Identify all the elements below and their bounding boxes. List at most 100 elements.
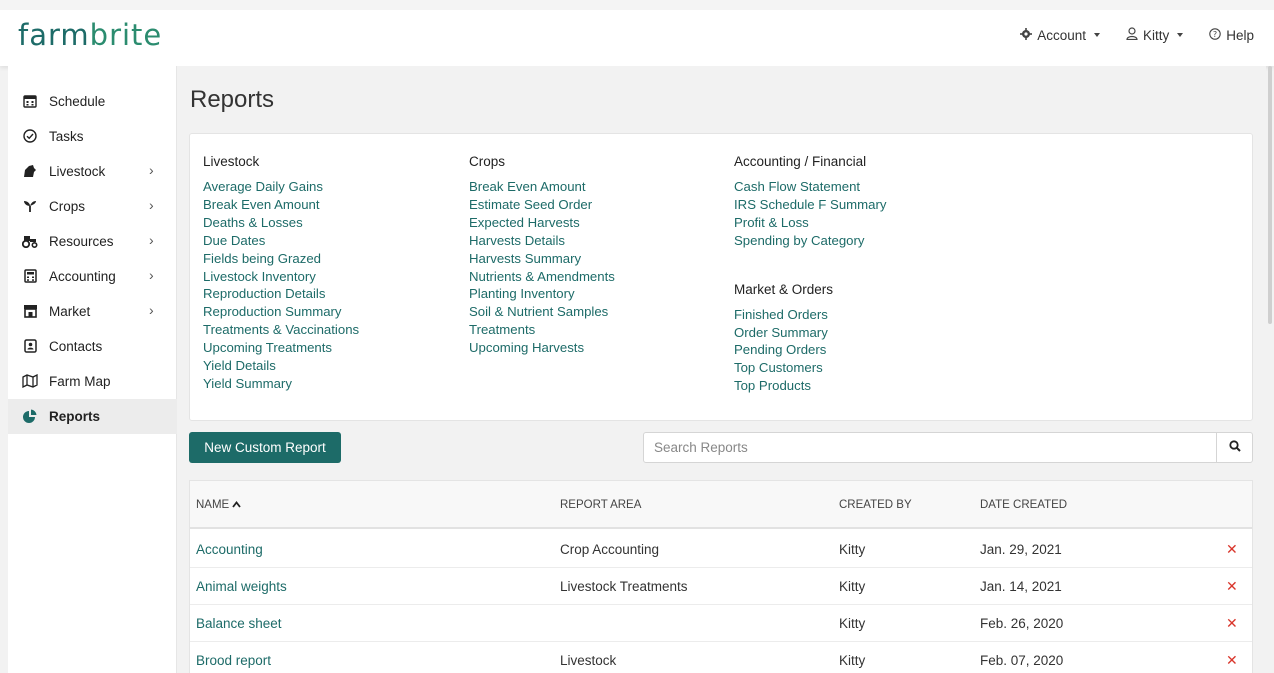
delete-icon[interactable]: ✕ <box>1226 541 1238 558</box>
sidebar-item-contacts[interactable]: Contacts <box>8 329 177 364</box>
report-link[interactable]: Harvests Summary <box>469 250 615 268</box>
sidebar-item-label: Accounting <box>49 269 116 284</box>
account-label: Account <box>1037 27 1086 43</box>
report-link[interactable]: Break Even Amount <box>203 196 359 214</box>
report-area: Livestock <box>560 653 617 668</box>
report-link[interactable]: Break Even Amount <box>469 178 615 196</box>
user-menu[interactable]: Kitty <box>1126 27 1184 43</box>
accounting-heading: Accounting / Financial <box>734 154 867 169</box>
svg-text:?: ? <box>1213 29 1217 38</box>
help-icon: ? <box>1209 27 1221 43</box>
livestock-heading: Livestock <box>203 154 260 169</box>
sidebar-item-tasks[interactable]: Tasks <box>8 119 177 154</box>
new-custom-report-button[interactable]: New Custom Report <box>189 432 341 463</box>
report-link[interactable]: Finished Orders <box>734 306 886 324</box>
report-link[interactable]: Spending by Category <box>734 232 886 250</box>
table-row: Brood report Livestock Kitty Feb. 07, 20… <box>190 642 1252 673</box>
delete-icon[interactable]: ✕ <box>1226 578 1238 595</box>
created-by: Kitty <box>839 542 866 557</box>
report-link[interactable]: Nutrients & Amendments <box>469 268 615 286</box>
report-link[interactable]: Top Products <box>734 377 886 395</box>
report-link[interactable]: Yield Summary <box>203 375 359 393</box>
report-area: Crop Accounting <box>560 542 660 557</box>
farmbrite-logo[interactable]: farmbrite <box>18 18 162 52</box>
report-link[interactable]: Deaths & Losses <box>203 214 359 232</box>
main-content: Reports Livestock Average Daily Gains Br… <box>177 66 1266 673</box>
market-heading: Market & Orders <box>734 281 834 297</box>
created-by: Kitty <box>839 579 866 594</box>
date-created: Feb. 07, 2020 <box>980 653 1064 668</box>
sidebar-item-market[interactable]: Market › <box>8 294 177 329</box>
sidebar-item-schedule[interactable]: Schedule <box>8 84 177 119</box>
chevron-right-icon: › <box>149 197 154 213</box>
table-row: Animal weights Livestock Treatments Kitt… <box>190 568 1252 605</box>
column-header-report-area[interactable]: REPORT AREA <box>560 499 641 511</box>
chevron-right-icon: › <box>149 302 154 318</box>
report-link[interactable]: Average Daily Gains <box>203 178 359 196</box>
report-link[interactable]: Treatments & Vaccinations <box>203 321 359 339</box>
report-link[interactable]: Reproduction Summary <box>203 303 359 321</box>
report-link[interactable]: IRS Schedule F Summary <box>734 196 886 214</box>
report-link[interactable]: Expected Harvests <box>469 214 615 232</box>
page-scrollbar[interactable] <box>1268 66 1272 324</box>
sidebar-item-farm-map[interactable]: Farm Map <box>8 364 177 399</box>
caret-down-icon <box>1177 33 1184 37</box>
check-circle-icon <box>22 128 38 144</box>
report-link[interactable]: Profit & Loss <box>734 214 886 232</box>
report-name-link[interactable]: Animal weights <box>196 579 287 594</box>
caret-down-icon <box>1093 33 1100 37</box>
report-link[interactable]: Fields being Grazed <box>203 250 359 268</box>
gear-icon <box>1020 27 1033 43</box>
report-link[interactable]: Harvests Details <box>469 232 615 250</box>
report-link[interactable]: Planting Inventory <box>469 285 615 303</box>
top-bar: farmbrite Account Kitty ? Help <box>0 0 1274 66</box>
sidebar-item-label: Resources <box>49 234 114 249</box>
column-header-created-by[interactable]: CREATED BY <box>839 499 912 511</box>
user-icon <box>1126 27 1138 43</box>
search-button[interactable] <box>1216 433 1252 462</box>
search-icon <box>1228 439 1241 457</box>
sidebar-item-label: Farm Map <box>49 374 111 389</box>
sidebar-item-label: Contacts <box>49 339 103 354</box>
calendar-icon <box>22 93 38 109</box>
report-link[interactable]: Reproduction Details <box>203 285 359 303</box>
report-link[interactable]: Treatments <box>469 321 615 339</box>
report-link[interactable]: Pending Orders <box>734 341 886 359</box>
date-created: Feb. 26, 2020 <box>980 616 1064 631</box>
report-link[interactable]: Due Dates <box>203 232 359 250</box>
delete-icon[interactable]: ✕ <box>1226 652 1238 669</box>
map-icon <box>22 373 38 389</box>
top-nav: Account Kitty ? Help <box>1020 27 1254 43</box>
sprout-icon <box>22 198 38 214</box>
report-link[interactable]: Upcoming Harvests <box>469 339 615 357</box>
report-link[interactable]: Estimate Seed Order <box>469 196 615 214</box>
report-link[interactable]: Soil & Nutrient Samples <box>469 303 615 321</box>
account-menu[interactable]: Account <box>1020 27 1100 43</box>
report-link[interactable]: Upcoming Treatments <box>203 339 359 357</box>
column-header-name[interactable]: NAME <box>196 499 242 511</box>
report-name-link[interactable]: Balance sheet <box>196 616 282 631</box>
sidebar-item-livestock[interactable]: Livestock › <box>8 154 177 189</box>
sort-ascending-icon <box>232 501 242 509</box>
report-link[interactable]: Top Customers <box>734 359 886 377</box>
report-link[interactable]: Yield Details <box>203 357 359 375</box>
column-label: NAME <box>196 499 230 511</box>
report-link[interactable]: Cash Flow Statement <box>734 178 886 196</box>
report-link[interactable]: Order Summary <box>734 324 886 342</box>
reports-table: NAME REPORT AREA CREATED BY DATE CREATED… <box>189 480 1253 673</box>
sidebar-item-accounting[interactable]: Accounting › <box>8 259 177 294</box>
chevron-right-icon: › <box>149 232 154 248</box>
help-link[interactable]: ? Help <box>1209 28 1254 43</box>
report-name-link[interactable]: Accounting <box>196 542 263 557</box>
sidebar-item-crops[interactable]: Crops › <box>8 189 177 224</box>
delete-icon[interactable]: ✕ <box>1226 615 1238 632</box>
sidebar-item-resources[interactable]: Resources › <box>8 224 177 259</box>
sidebar-item-label: Reports <box>49 409 101 424</box>
report-name-link[interactable]: Brood report <box>196 653 271 668</box>
column-header-date-created[interactable]: DATE CREATED <box>980 499 1067 511</box>
search-input[interactable] <box>644 433 1216 462</box>
table-row: Balance sheet Kitty Feb. 26, 2020 ✕ <box>190 605 1252 642</box>
help-label: Help <box>1226 27 1254 43</box>
report-link[interactable]: Livestock Inventory <box>203 268 359 286</box>
sidebar-item-reports[interactable]: Reports <box>8 399 177 434</box>
